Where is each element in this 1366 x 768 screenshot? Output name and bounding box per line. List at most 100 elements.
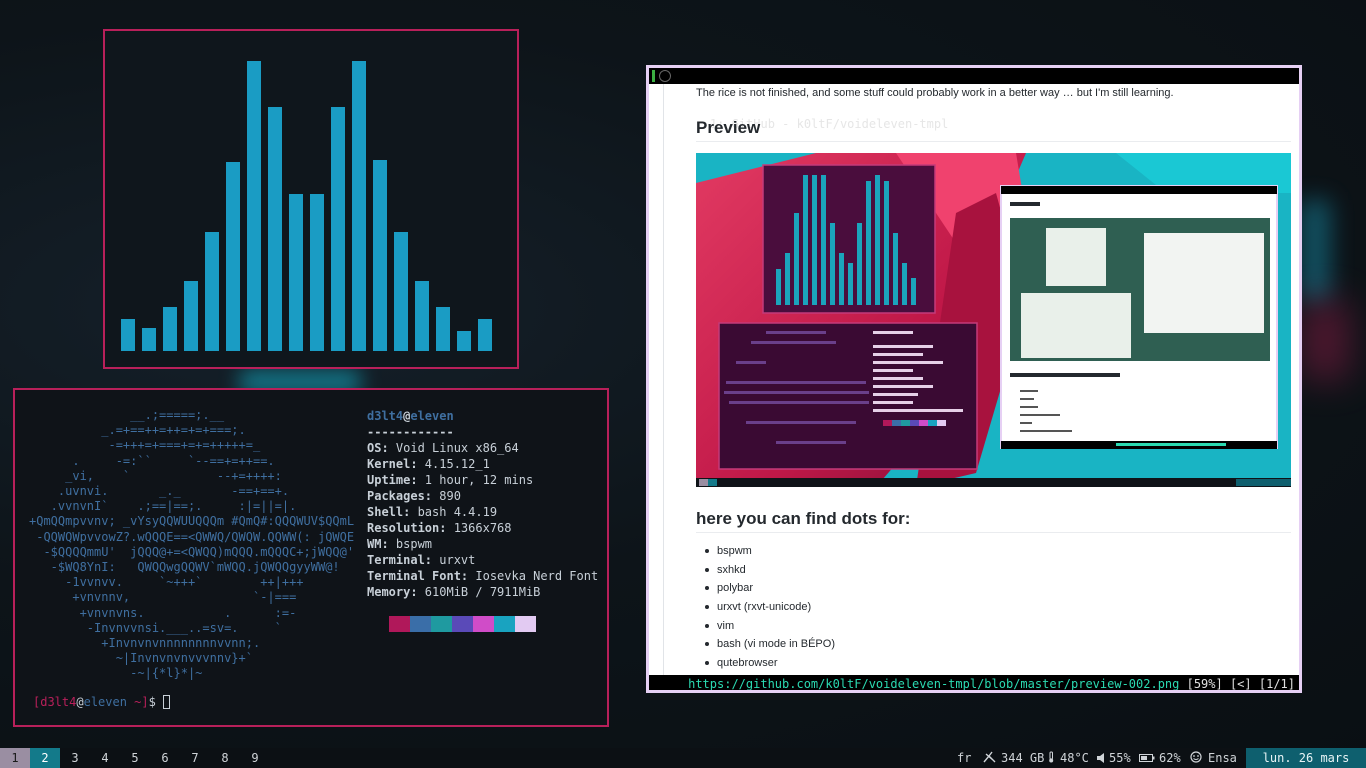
workspace-1[interactable]: 1 <box>0 748 30 768</box>
neofetch-header: d3lt4@eleven <box>367 408 454 424</box>
battery-value: 62% <box>1159 751 1181 765</box>
info-value: 1 hour, 12 mins <box>417 473 534 487</box>
neofetch-user: d3lt4 <box>367 409 404 423</box>
wallpaper-glow <box>1300 300 1350 380</box>
visualizer-bars <box>121 61 492 351</box>
status-nav: [<] <box>1222 677 1252 691</box>
info-value: 610MiB / 7911MiB <box>417 585 541 599</box>
neofetch-info-line: Uptime: 1 hour, 12 mins <box>367 472 533 488</box>
neofetch-info-line: Packages: 890 <box>367 488 461 504</box>
workspace-9[interactable]: 9 <box>240 748 270 768</box>
visualizer-window[interactable] <box>103 29 519 369</box>
thermometer-icon <box>1049 751 1054 763</box>
workspace-4[interactable]: 4 <box>90 748 120 768</box>
visualizer-bar <box>289 194 303 351</box>
neofetch-info-line: WM: bspwm <box>367 536 432 552</box>
info-value: Void Linux x86_64 <box>388 441 519 455</box>
neofetch-separator: ------------ <box>367 425 454 439</box>
status-bar: 123456789 fr 344 GB 48°C 55% 62% Ensa lu… <box>0 748 1366 768</box>
workspace-7[interactable]: 7 <box>180 748 210 768</box>
ascii-line: _vi, ` --+=++++: <box>29 468 282 483</box>
status-tabs: [1/1] <box>1251 677 1295 691</box>
list-item: vim <box>696 619 835 638</box>
void-ascii-logo: __.;=====;.__ _.=+==++=++=+=+===;. -=+++… <box>29 408 354 682</box>
browser-titlebar: 1: GitHub - k0ltF/voideleven-tmpl <box>649 68 1299 131</box>
visualizer-bar <box>268 107 282 351</box>
heading-rule <box>696 141 1291 142</box>
preview-screenshot <box>696 153 1291 487</box>
dots-heading: here you can find dots for: <box>696 509 911 528</box>
visualizer-bar <box>205 232 219 351</box>
info-key: Terminal Font: <box>367 569 469 583</box>
volume-module[interactable]: 55% <box>1097 748 1131 768</box>
browser-statusbar: https://github.com/k0ltF/voideleven-tmpl… <box>649 675 1299 691</box>
neofetch-info-line: Kernel: 4.15.12_1 <box>367 456 490 472</box>
ascii-line: +vnvnnv, `-|=== <box>29 590 297 605</box>
workspace-2[interactable]: 2 <box>30 748 60 768</box>
info-value: 4.15.12_1 <box>417 457 490 471</box>
ascii-line: +QmQQmpvvnv; _vYsyQQWUUQQQm #QmQ#:QQQWUV… <box>29 514 355 529</box>
ascii-line: _.=+==++=++=+=+===;. <box>29 423 246 438</box>
visualizer-bar <box>457 331 471 351</box>
visualizer-bar <box>478 319 492 351</box>
info-value: 890 <box>432 489 461 503</box>
info-key: Kernel: <box>367 457 418 471</box>
info-value: 1366x768 <box>446 521 512 535</box>
palette-swatch <box>452 616 473 632</box>
info-key: WM: <box>367 537 389 551</box>
info-key: Shell: <box>367 505 411 519</box>
terminal-window[interactable]: __.;=====;.__ _.=+==++=++=+=+===;. -=+++… <box>13 388 609 727</box>
list-item: bash (vi mode in BÉPO) <box>696 637 835 656</box>
smiley-icon <box>1190 751 1202 763</box>
disk-module: 344 GB <box>983 748 1044 768</box>
workspace-8[interactable]: 8 <box>210 748 240 768</box>
neofetch-info-line: OS: Void Linux x86_64 <box>367 440 519 456</box>
neofetch-host: eleven <box>410 409 454 423</box>
info-key: Packages: <box>367 489 433 503</box>
battery-icon <box>1139 754 1155 762</box>
info-value: bash 4.4.19 <box>410 505 498 519</box>
disk-value: 344 GB <box>1001 751 1045 765</box>
network-module[interactable]: Ensa <box>1190 748 1237 768</box>
disk-icon <box>983 751 996 763</box>
ascii-line: -1vvnvv. `~+++` ++|+++ <box>29 575 304 590</box>
info-key: Resolution: <box>367 521 447 535</box>
ascii-line: -QQWQWpvvowZ?.wQQQE==<QWWQ/QWQW.QQWW(: j… <box>29 529 355 544</box>
list-item: bspwm <box>696 544 835 563</box>
neofetch-info-line: Memory: 610MiB / 7911MiB <box>367 584 540 600</box>
neofetch-info-line: Resolution: 1366x768 <box>367 520 512 536</box>
workspace-6[interactable]: 6 <box>150 748 180 768</box>
ascii-line: .vvnvnI` .;==|==;. :|=||=|. <box>29 499 297 514</box>
workspace-5[interactable]: 5 <box>120 748 150 768</box>
status-zoom: [59%] <box>1179 677 1223 691</box>
info-key: Terminal: <box>367 553 433 567</box>
volume-value: 55% <box>1109 751 1131 765</box>
color-palette <box>389 616 536 632</box>
browser-window[interactable]: 1: GitHub - k0ltF/voideleven-tmpl The ri… <box>646 65 1302 693</box>
ascii-line: -Invnvvnsi.___..=sv=. ` <box>29 620 282 635</box>
ascii-line: +vnvnvns. . :=- <box>29 605 297 620</box>
info-key: Memory: <box>367 585 418 599</box>
prompt-symbol: $ <box>148 695 164 709</box>
palette-swatch <box>410 616 431 632</box>
visualizer-bar <box>121 319 135 351</box>
heading-rule <box>696 532 1291 533</box>
ascii-line: -~|{*l}*|~ <box>29 666 203 681</box>
status-url[interactable]: https://github.com/k0ltF/voideleven-tmpl… <box>688 677 1179 690</box>
preview-heading: Preview <box>696 118 761 137</box>
speaker-icon <box>1097 753 1104 763</box>
visualizer-bar <box>415 281 429 351</box>
visualizer-bar <box>226 162 240 351</box>
clock[interactable]: lun. 26 mars 18:01 <box>1246 748 1366 768</box>
visualizer-bar <box>436 307 450 351</box>
preview-image[interactable] <box>696 153 1291 487</box>
visualizer-bar <box>394 232 408 351</box>
shell-prompt[interactable]: [d3lt4@eleven ~]$ <box>33 694 171 710</box>
palette-swatch <box>494 616 515 632</box>
workspace-3[interactable]: 3 <box>60 748 90 768</box>
ascii-line: __.;=====;.__ <box>29 408 225 422</box>
ascii-line: -=+++=+===+=+=+++++=_ <box>29 438 261 453</box>
keyboard-layout[interactable]: fr <box>957 748 971 768</box>
visualizer-bar <box>142 328 156 351</box>
visualizer-bar <box>310 194 324 351</box>
